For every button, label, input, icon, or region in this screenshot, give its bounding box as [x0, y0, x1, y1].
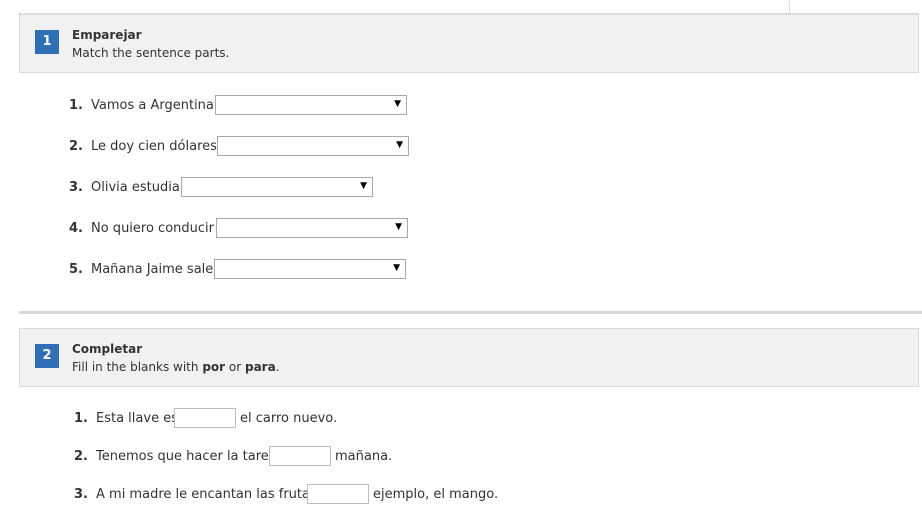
sentence-after: ejemplo, el mango. — [373, 487, 499, 502]
sentence-before: A mi madre le encantan las frutas, — [96, 487, 321, 502]
item-number: 1. — [74, 411, 88, 426]
match-dropdown-3[interactable]: ▼ — [181, 177, 373, 197]
item-number: 3. — [74, 487, 88, 502]
sentence-stem: No quiero conducir — [91, 221, 214, 236]
blank-input-3[interactable] — [307, 484, 369, 504]
sentence-stem: Vamos a Argentina — [91, 98, 214, 113]
match-dropdown-1[interactable]: ▼ — [215, 95, 407, 115]
chevron-down-icon: ▼ — [395, 222, 402, 232]
item-number: 4. — [69, 221, 83, 236]
match-dropdown-5[interactable]: ▼ — [214, 259, 406, 279]
section-1-instruction: Match the sentence parts. — [72, 46, 230, 60]
sentence-stem: Le doy cien dólares — [91, 139, 217, 154]
match-row-3: 3. Olivia estudia ▼ — [69, 177, 379, 199]
sentence-before: Tenemos que hacer la tarea — [96, 449, 277, 464]
match-dropdown-2[interactable]: ▼ — [217, 136, 409, 156]
match-dropdown-4[interactable]: ▼ — [216, 218, 408, 238]
sentence-after: el carro nuevo. — [240, 411, 338, 426]
fill-row-1: 1. Esta llave es el carro nuevo. — [74, 408, 354, 430]
sentence-before: Esta llave es — [96, 411, 178, 426]
instruction-suffix: . — [275, 360, 280, 374]
section-1-badge: 1 — [35, 30, 59, 54]
instruction-word-para: para — [244, 360, 276, 374]
match-row-4: 4. No quiero conducir ▼ — [69, 218, 414, 240]
section-2-title: Completar — [72, 342, 143, 356]
sentence-stem: Mañana Jaime sale — [91, 262, 214, 277]
section-1-title: Emparejar — [72, 28, 142, 42]
section-2-instruction: Fill in the blanks with por or para. — [72, 360, 280, 374]
match-row-5: 5. Mañana Jaime sale ▼ — [69, 259, 409, 281]
item-number: 2. — [69, 139, 83, 154]
blank-input-1[interactable] — [174, 408, 236, 428]
section-1-header: 1 Emparejar Match the sentence parts. — [19, 14, 919, 73]
blank-input-2[interactable] — [269, 446, 331, 466]
sentence-stem: Olivia estudia — [91, 180, 180, 195]
instruction-prefix: Fill in the blanks with — [72, 360, 203, 374]
chevron-down-icon: ▼ — [393, 263, 400, 273]
chevron-down-icon: ▼ — [360, 181, 367, 191]
chevron-down-icon: ▼ — [394, 99, 401, 109]
sentence-after: mañana. — [335, 449, 393, 464]
section-2-badge: 2 — [35, 344, 59, 368]
item-number: 2. — [74, 449, 88, 464]
item-number: 3. — [69, 180, 83, 195]
top-divider-tick — [789, 0, 790, 13]
section-2-header: 2 Completar Fill in the blanks with por … — [19, 328, 919, 387]
chevron-down-icon: ▼ — [396, 140, 403, 150]
fill-row-2: 2. Tenemos que hacer la tarea mañana. — [74, 446, 404, 468]
match-row-1: 1. Vamos a Argentina ▼ — [69, 95, 409, 117]
section-divider — [19, 311, 922, 314]
fill-row-3: 3. A mi madre le encantan las frutas, ej… — [74, 484, 504, 506]
item-number: 5. — [69, 262, 83, 277]
instruction-mid: or — [225, 360, 245, 374]
instruction-word-por: por — [202, 360, 226, 374]
item-number: 1. — [69, 98, 83, 113]
match-row-2: 2. Le doy cien dólares ▼ — [69, 136, 414, 158]
